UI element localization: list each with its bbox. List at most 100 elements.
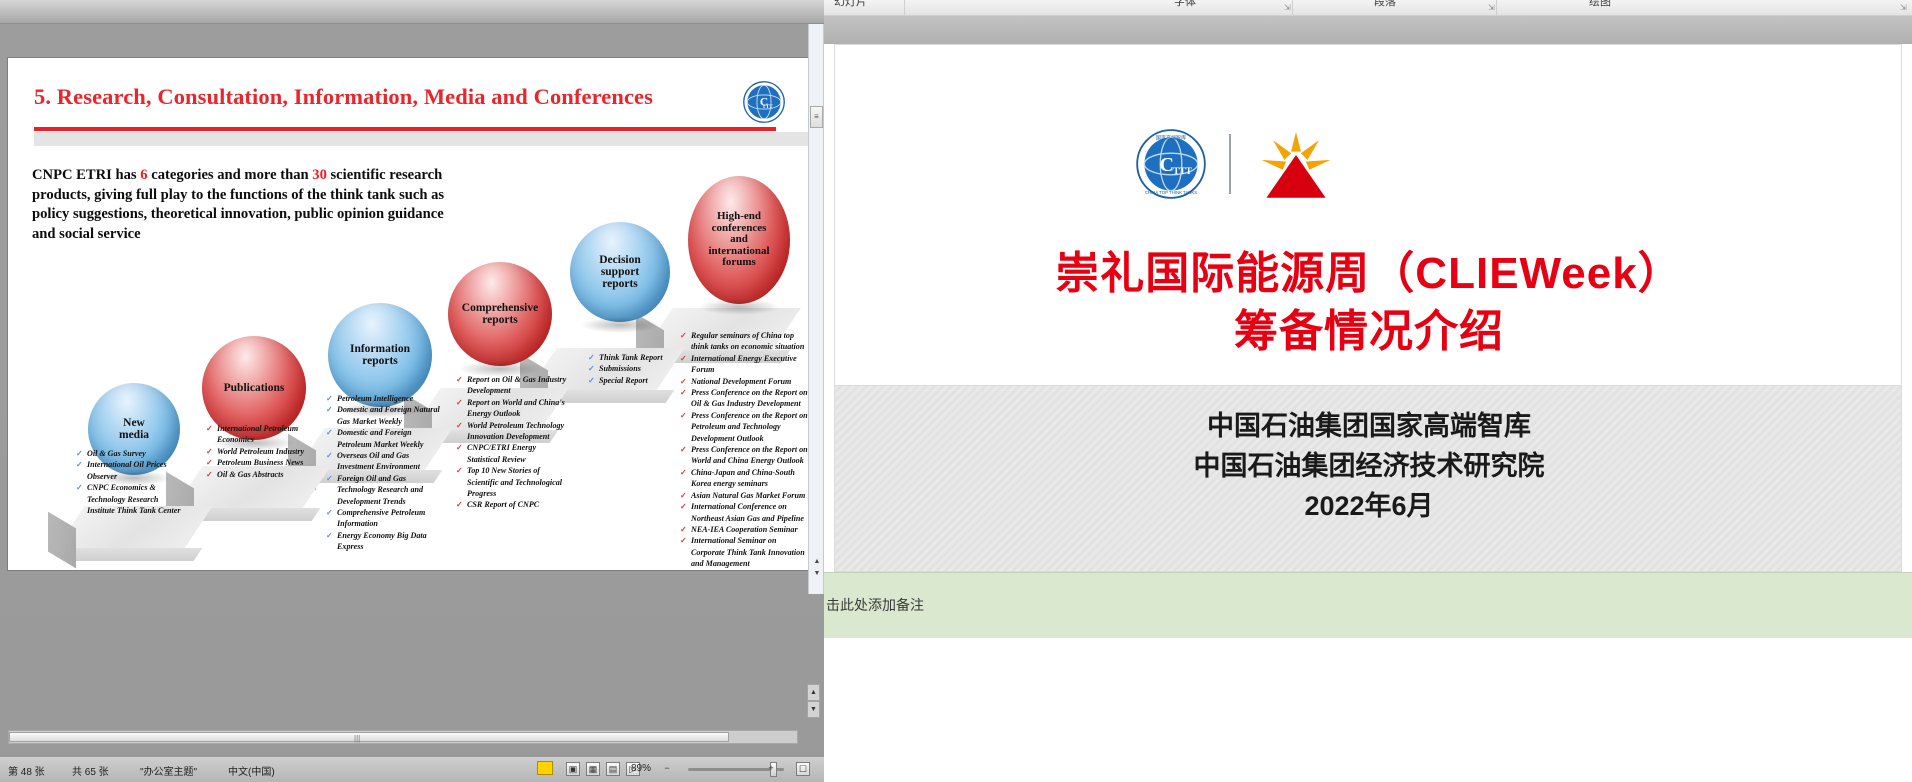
sphere-information-reports[interactable]: Information reports: [328, 303, 432, 418]
bullet-item: Overseas Oil and Gas Investment Environm…: [326, 450, 444, 473]
dialog-launcher-icon-drawing[interactable]: ⇲: [1900, 3, 1907, 12]
bullet-item: Asian Natural Gas Market Forum: [680, 490, 808, 502]
ribbon-separator-2: [1292, 0, 1293, 16]
bullet-item: Domestic and Foreign Natural Gas Market …: [326, 404, 444, 427]
scroll-down-arrow-icon[interactable]: ▼: [811, 570, 823, 577]
next-slide-button[interactable]: ▼: [807, 701, 820, 718]
bullet-item: CSR Report of CNPC: [456, 499, 568, 511]
title-underline-rule: [34, 127, 776, 131]
bullet-item: International Seminar on Corporate Think…: [680, 535, 808, 569]
intro-part-2: categories and more than: [147, 167, 313, 183]
pane-divider-scrollbar[interactable]: ≡ ▲ ▼: [808, 24, 824, 594]
intro-number-30: 30: [312, 167, 327, 183]
ribbon-tab-paragraph[interactable]: 段落: [1374, 0, 1396, 9]
slide-canvas[interactable]: 5. Research, Consultation, Information, …: [8, 58, 808, 570]
slide-subtitle-line-1: 中国石油集团国家高端智库: [1207, 411, 1531, 441]
pane-scroll-thumb-icon[interactable]: ≡: [810, 106, 823, 128]
slide-lower-band: 中国石油集团国家高端智库 中国石油集团经济技术研究院 2022年6月: [835, 385, 1901, 571]
bullet-item: Top 10 New Stories of Scientific and Tec…: [456, 465, 568, 499]
status-slide-index: 第 48 张: [8, 767, 45, 778]
svg-text:C: C: [1159, 154, 1174, 176]
pane-gray-band: [824, 16, 1912, 44]
slide-intro-paragraph: CNPC ETRI has 6 categories and more than…: [32, 166, 460, 245]
reading-view-icon[interactable]: ▤: [606, 762, 620, 776]
dialog-launcher-icon-paragraph[interactable]: ⇲: [1488, 3, 1495, 12]
ribbon-tab-drawing[interactable]: 绘图: [1589, 0, 1611, 9]
secondary-slide-pane: 幻灯片 字体 段落 绘图 ⇲ ⇲ ⇲ C TTT 国家高端智库 CHINA TO…: [824, 0, 1912, 782]
bullet-item: International Oil Prices Observer: [76, 459, 186, 482]
sphere-label-5: Decision support reports: [599, 253, 641, 291]
pane-bottom-filler: [824, 638, 1912, 782]
bullet-item: International Petroleum Economics: [206, 423, 314, 446]
slide-subtitle-block: 中国石油集团国家高端智库 中国石油集团经济技术研究院 2022年6月: [835, 406, 1901, 526]
bullet-item: National Development Forum: [680, 376, 808, 388]
ribbon-tab-font[interactable]: 字体: [1174, 0, 1196, 9]
sphere-label-3: Information reports: [349, 342, 411, 367]
bullet-item: Think Tank Report: [588, 352, 684, 364]
hscrollbar-thumb[interactable]: [9, 732, 729, 742]
ribbon-separator-1: [904, 0, 905, 16]
ribbon-separator-3: [1496, 0, 1497, 16]
sphere-decision-support-reports[interactable]: Decision support reports: [570, 222, 670, 333]
bullet-item: World Petroleum Industry: [206, 446, 314, 458]
app-root: 5. Research, Consultation, Information, …: [0, 0, 1912, 782]
previous-next-slide-buttons[interactable]: ▲ ▼: [807, 684, 820, 720]
dialog-launcher-icon-font[interactable]: ⇲: [1284, 3, 1291, 12]
svg-text:CHINA TOP THINK TANKS: CHINA TOP THINK TANKS: [1145, 190, 1197, 195]
normal-view-icon[interactable]: ▣: [566, 762, 580, 776]
previous-slide-button[interactable]: ▲: [807, 684, 820, 701]
bullet-column-comprehensive-reports: Report on Oil & Gas Industry Development…: [456, 374, 568, 511]
status-language[interactable]: 中文(中国): [228, 763, 275, 778]
zoom-out-icon[interactable]: −: [660, 762, 674, 776]
bullet-item: CNPC/ETRI Energy Statistical Review: [456, 442, 568, 465]
bullet-item: Regular seminars of China top think tank…: [680, 330, 808, 353]
scroll-up-arrow-icon[interactable]: ▲: [811, 558, 823, 565]
sphere-conferences-forums[interactable]: High-end conferences and international forum…: [688, 176, 790, 315]
ribbon-tab-slides[interactable]: 幻灯片: [834, 0, 867, 9]
bullet-item: Petroleum Business News: [206, 457, 314, 469]
pane-top-strip: [0, 0, 824, 24]
sphere-label-4: Comprehensive reports: [461, 301, 539, 326]
active-slide-preview[interactable]: C TTT 国家高端智库 CHINA TOP THINK TANKS 崇礼国际能…: [834, 44, 1902, 572]
cnpc-logo-icon: [1261, 131, 1331, 198]
slide-logo-row: C TTT 国家高端智库 CHINA TOP THINK TANKS: [1135, 127, 1339, 201]
title-gray-band: [34, 132, 808, 146]
status-zoom-level[interactable]: 89%: [631, 763, 651, 774]
bullet-column-information-reports: Petroleum IntelligenceDomestic and Forei…: [326, 393, 444, 553]
bullet-item: CNPC Economics & Technology Research Ins…: [76, 482, 186, 516]
slide-title: 5. Research, Consultation, Information, …: [34, 84, 654, 109]
bullet-item: NEA-IEA Cooperation Seminar: [680, 524, 808, 536]
slide-main-title: 崇礼国际能源周（CLIEWeek） 筹备情况介绍: [835, 245, 1901, 361]
slide-sorter-icon[interactable]: ▦: [586, 762, 600, 776]
bullet-item: Domestic and Foreign Petroleum Market We…: [326, 427, 444, 450]
bullet-item: Press Conference on the Report on World …: [680, 444, 808, 467]
bullet-item: Comprehensive Petroleum Information: [326, 507, 444, 530]
notes-placeholder: 击此处添加备注: [826, 597, 924, 613]
slide-title-line-2: 筹备情况介绍: [1234, 307, 1504, 356]
sphere-comprehensive-reports[interactable]: Comprehensive reports: [448, 262, 552, 377]
notes-pane[interactable]: 击此处添加备注: [824, 572, 1912, 638]
bullet-item: Submissions: [588, 363, 684, 375]
bullet-item: Energy Economy Big Data Express: [326, 530, 444, 553]
status-theme-name[interactable]: "办公室主题": [140, 763, 197, 778]
logo-divider: [1229, 134, 1231, 194]
ribbon-group-bar: 幻灯片 字体 段落 绘图 ⇲ ⇲ ⇲: [824, 0, 1912, 16]
bullet-column-publications: International Petroleum EconomicsWorld P…: [206, 423, 314, 480]
bullet-item: Press Conference on the Report on Oil & …: [680, 387, 808, 410]
status-bar: 第 48 张 共 65 张 "办公室主题" 中文(中国) ▣ ▦ ▤ ▷ − +…: [0, 756, 824, 782]
fit-window-icon[interactable]: ☐: [796, 762, 810, 776]
bullet-column-conferences-forums: Regular seminars of China top think tank…: [680, 330, 808, 570]
spellcheck-swatch-icon[interactable]: [537, 761, 553, 775]
slide-subtitle-line-3: 2022年6月: [1304, 491, 1434, 521]
slide-title-line-1: 崇礼国际能源周（CLIEWeek）: [1055, 249, 1683, 298]
bullet-item: Press Conference on the Report on Petrol…: [680, 410, 808, 444]
intro-part-1: CNPC ETRI has: [32, 167, 141, 183]
bullet-item: China-Japan and China-South Korea energy…: [680, 467, 808, 490]
bullet-item: Report on World and China's Energy Outlo…: [456, 397, 568, 420]
bullet-item: Foreign Oil and Gas Technology Research …: [326, 473, 444, 507]
zoom-in-icon[interactable]: +: [764, 762, 778, 776]
slide-horizontal-scrollbar[interactable]: |||: [8, 730, 798, 744]
bullet-item: Oil & Gas Abstracts: [206, 469, 314, 481]
bullet-item: International Conference on Northeast As…: [680, 501, 808, 524]
bullet-item: Report on Oil & Gas Industry Development: [456, 374, 568, 397]
